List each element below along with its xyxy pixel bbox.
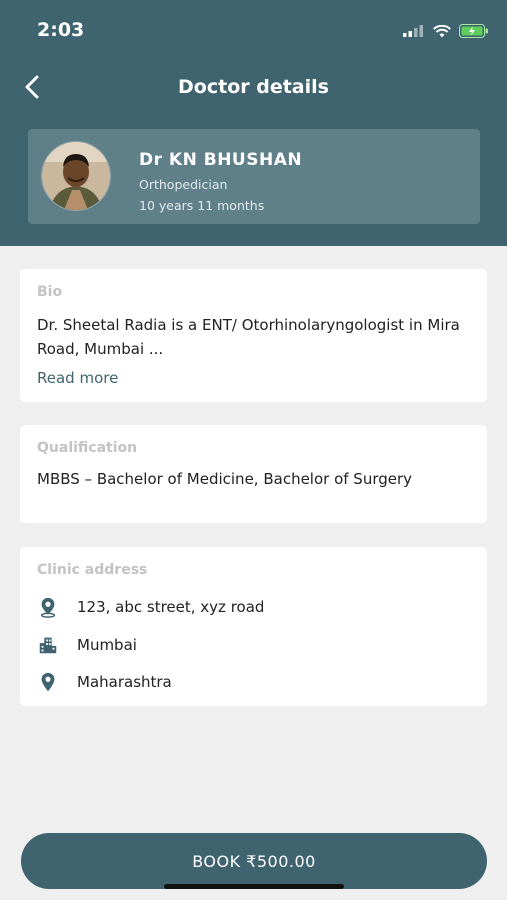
clinic-address-title: Clinic address (37, 562, 148, 578)
doctor-name: Dr KN BHUSHAN (139, 150, 303, 170)
status-icons (403, 24, 489, 38)
qualification-card: Qualification MBBS – Bachelor of Medicin… (20, 425, 487, 523)
header: 2:03 Doctor details Dr KN BHUSHAN Orthop… (0, 0, 507, 246)
address-city: Mumbai (77, 636, 137, 654)
address-state: Maharashtra (77, 673, 172, 691)
qualification-text: MBBS – Bachelor of Medicine, Bachelor of… (37, 470, 413, 488)
wifi-icon (433, 24, 451, 37)
bio-title: Bio (37, 284, 63, 300)
read-more-link[interactable]: Read more (37, 369, 118, 387)
book-button[interactable]: BOOK ₹500.00 (21, 833, 487, 889)
doctor-experience: 10 years 11 months (139, 198, 265, 213)
status-time: 2:03 (37, 19, 85, 41)
address-street-row: 123, abc street, xyz road (37, 596, 264, 618)
qualification-title: Qualification (37, 440, 138, 456)
page-title: Doctor details (178, 76, 329, 98)
city-icon (39, 637, 57, 654)
doctor-specialty: Orthopedician (139, 177, 228, 192)
battery-icon (459, 24, 488, 38)
bio-card: Bio Dr. Sheetal Radia is a ENT/ Otorhino… (20, 269, 487, 402)
avatar (41, 141, 111, 211)
location-pin-icon (40, 597, 56, 618)
address-city-row: Mumbai (37, 634, 137, 656)
signal-icon (403, 25, 423, 37)
bio-text: Dr. Sheetal Radia is a ENT/ Otorhinolary… (37, 316, 460, 358)
doctor-card: Dr KN BHUSHAN Orthopedician 10 years 11 … (28, 129, 480, 224)
clinic-address-card: Clinic address 123, abc street, xyz road… (20, 547, 487, 706)
map-marker-icon (41, 672, 55, 692)
address-street: 123, abc street, xyz road (77, 598, 265, 616)
address-state-row: Maharashtra (37, 671, 172, 693)
home-indicator (164, 884, 344, 889)
